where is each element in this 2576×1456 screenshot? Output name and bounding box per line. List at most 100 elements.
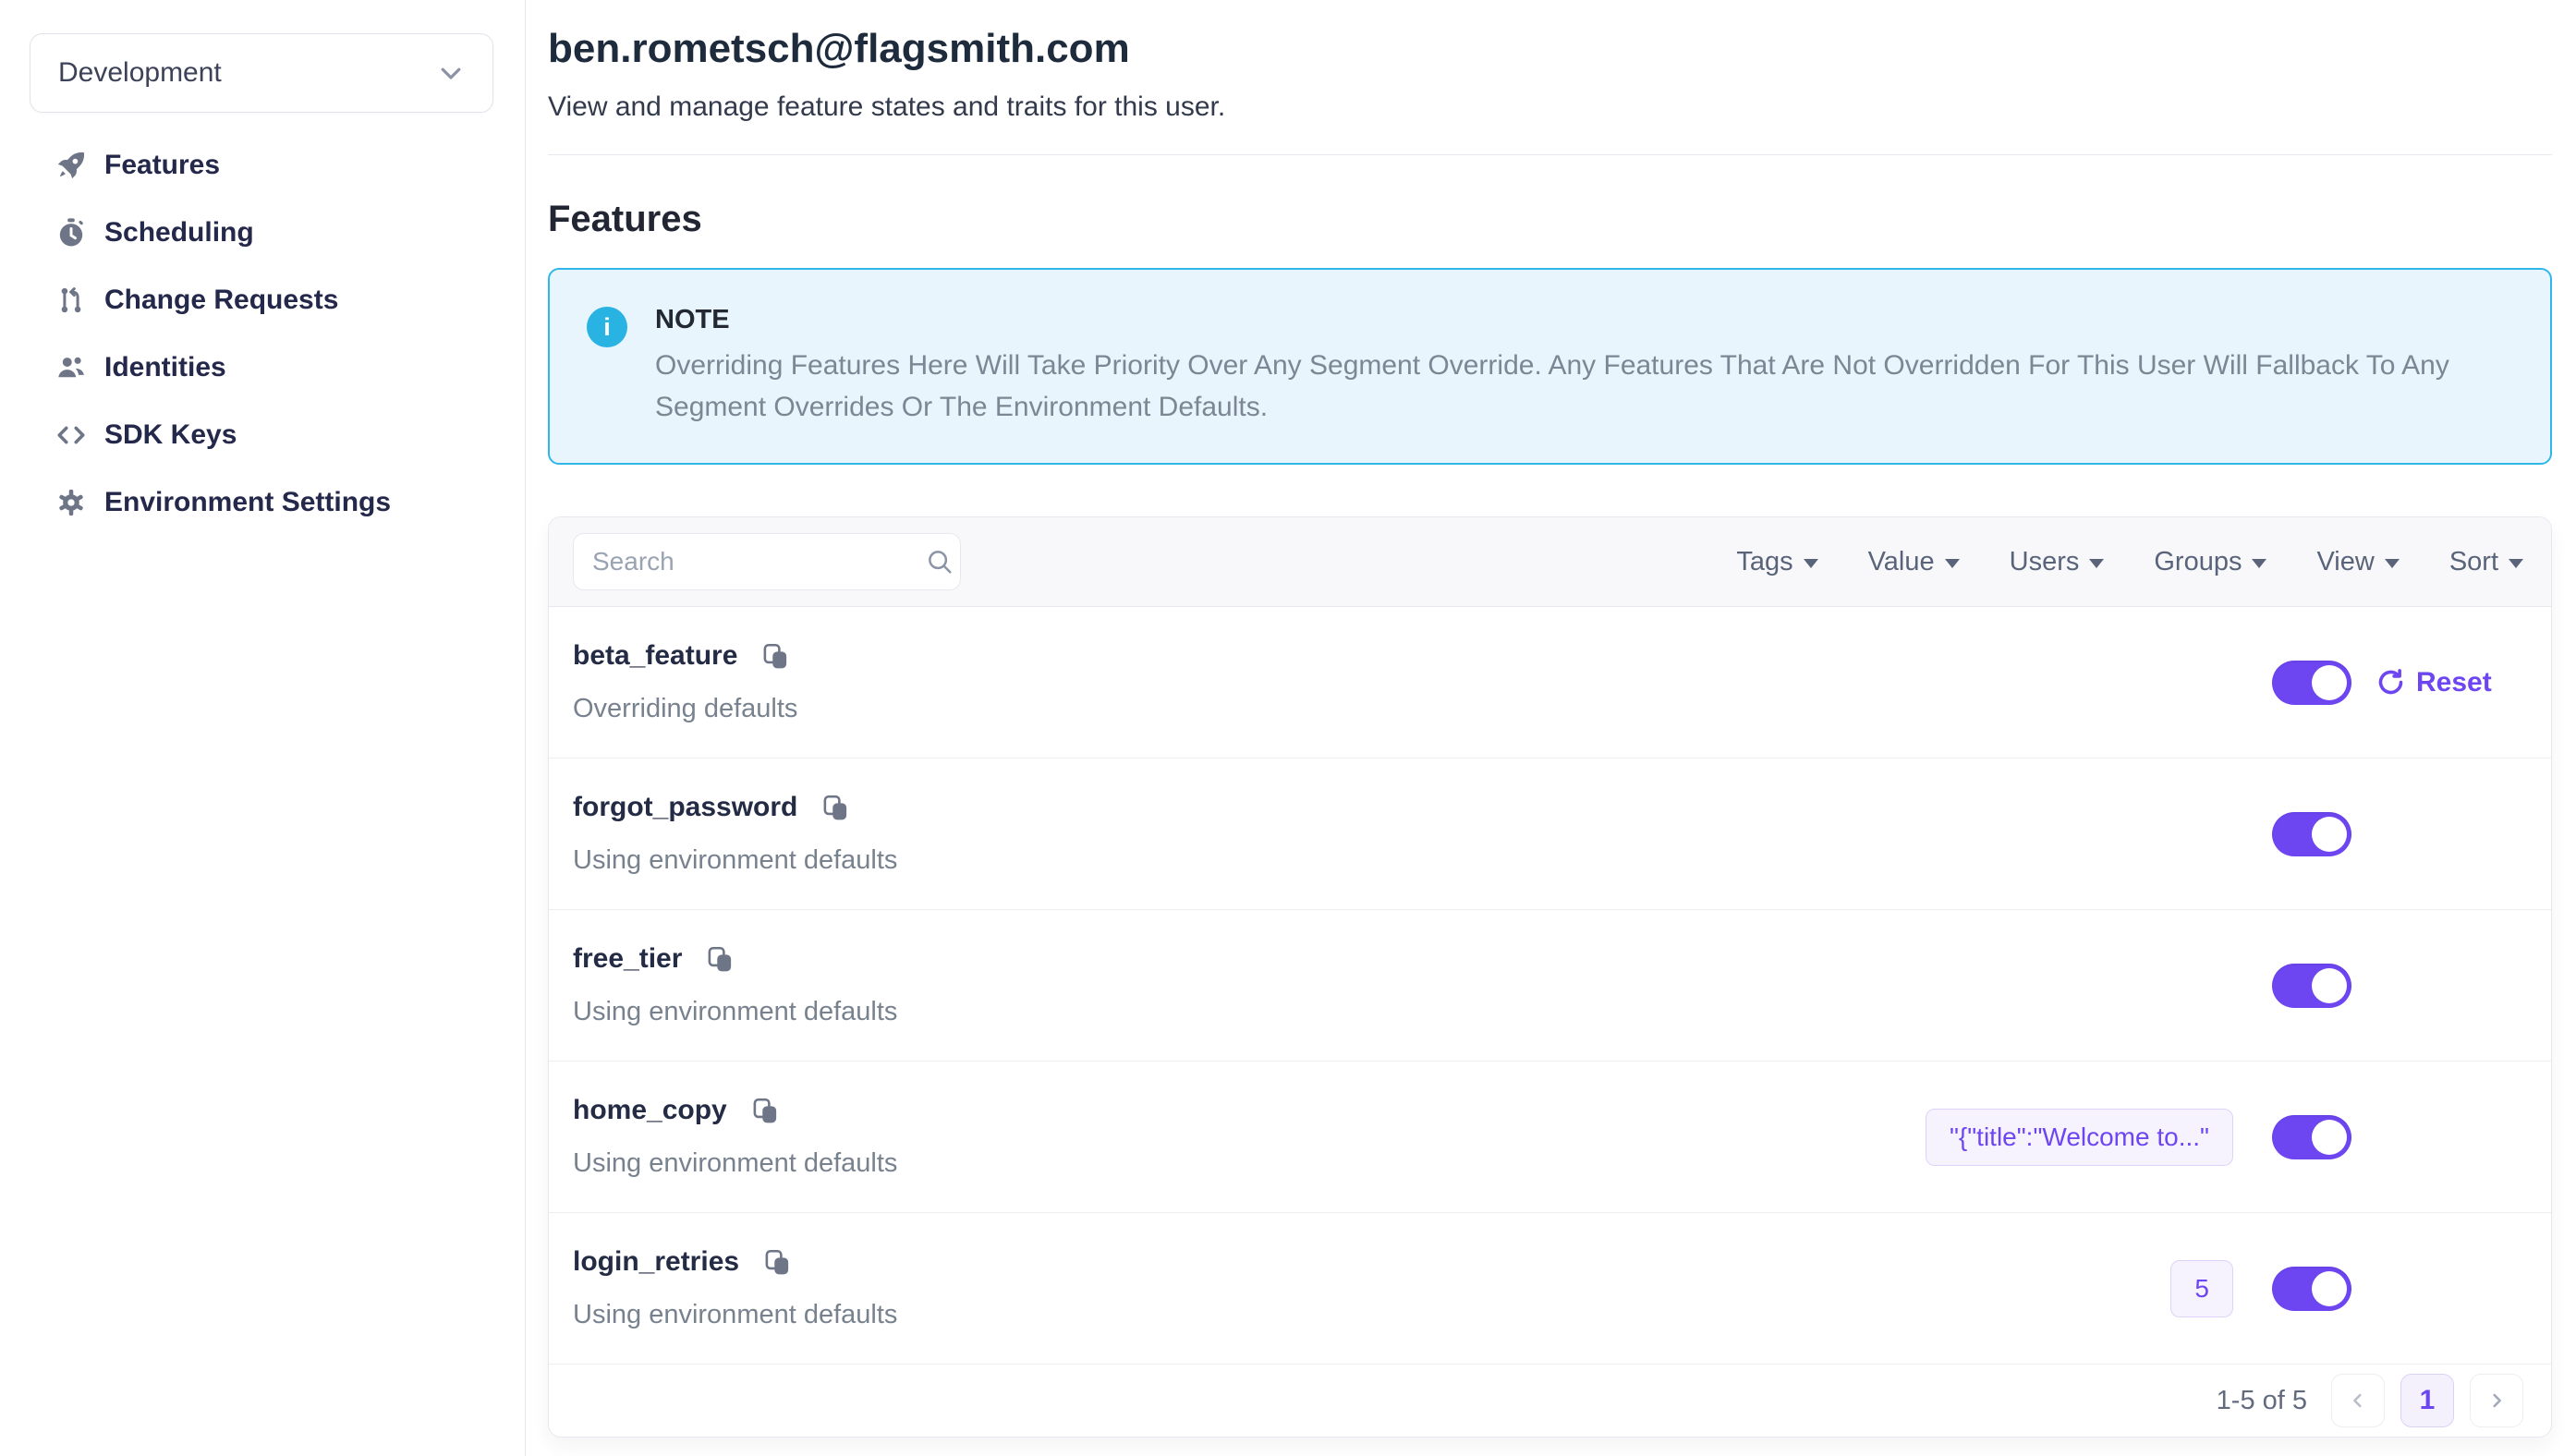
feature-status: Overriding defaults <box>573 694 797 724</box>
pager: 1 <box>2331 1374 2523 1427</box>
filter-value[interactable]: Value <box>1868 547 1960 577</box>
toggle-knob <box>2312 1120 2347 1155</box>
feature-controls: 5 <box>2170 1260 2523 1317</box>
filter-tags[interactable]: Tags <box>1736 547 1817 577</box>
feature-status: Using environment defaults <box>573 1148 897 1179</box>
feature-info: free_tier Using environment defaults <box>573 943 897 1027</box>
sidebar-item-label: Environment Settings <box>104 487 391 518</box>
feature-row[interactable]: home_copy Using environment defaults "{"… <box>549 1062 2551 1213</box>
sidebar-item-label: Identities <box>104 352 226 383</box>
next-page-button[interactable] <box>2470 1374 2523 1427</box>
feature-row[interactable]: forgot_password Using environment defaul… <box>549 758 2551 910</box>
reset-slot: Reset <box>2376 667 2523 698</box>
feature-value-chip[interactable]: "{"title":"Welcome to..." <box>1926 1109 2233 1166</box>
sidebar-item-label: SDK Keys <box>104 419 237 451</box>
feature-name: beta_feature <box>573 640 737 672</box>
toggle-knob <box>2312 817 2347 852</box>
feature-toggle[interactable] <box>2272 812 2351 856</box>
feature-status: Using environment defaults <box>573 1300 897 1330</box>
users-icon <box>55 352 87 383</box>
feature-info: forgot_password Using environment defaul… <box>573 792 897 876</box>
filter-label: Sort <box>2449 547 2498 577</box>
copy-icon[interactable] <box>761 642 790 671</box>
filter-label: Users <box>2010 547 2080 577</box>
page-subtitle: View and manage feature states and trait… <box>548 91 2552 124</box>
previous-page-button[interactable] <box>2331 1374 2385 1427</box>
sidebar-item-label: Change Requests <box>104 285 338 316</box>
feature-controls <box>2272 812 2523 856</box>
sidebar-item-identities[interactable]: Identities <box>55 334 493 401</box>
search-input[interactable] <box>592 547 926 576</box>
filter-label: View <box>2316 547 2374 577</box>
feature-controls: "{"title":"Welcome to..." <box>1926 1109 2523 1166</box>
feature-toggle[interactable] <box>2272 661 2351 705</box>
toggle-knob <box>2312 665 2347 700</box>
toggle-knob <box>2312 1271 2347 1306</box>
feature-status: Using environment defaults <box>573 997 897 1027</box>
feature-status: Using environment defaults <box>573 845 897 876</box>
git-pull-request-icon <box>55 285 87 316</box>
filter-view[interactable]: View <box>2316 547 2399 577</box>
feature-row[interactable]: login_retries Using environment defaults… <box>549 1213 2551 1365</box>
stopwatch-icon <box>55 217 87 249</box>
caret-down-icon <box>1945 559 1960 568</box>
filter-label: Value <box>1868 547 1935 577</box>
features-toolbar: Tags Value Users Groups View <box>549 517 2551 607</box>
sidebar-item-change-requests[interactable]: Change Requests <box>55 266 493 334</box>
feature-toggle[interactable] <box>2272 1115 2351 1159</box>
feature-info: beta_feature Overriding defaults <box>573 640 797 724</box>
note-title: NOTE <box>655 305 2466 335</box>
rocket-icon <box>55 150 87 181</box>
gear-icon <box>55 487 87 518</box>
note-content: NOTE Overriding Features Here Will Take … <box>655 305 2466 428</box>
pagination-range: 1-5 of 5 <box>2217 1386 2307 1416</box>
page-title: ben.rometsch@flagsmith.com <box>548 26 2552 73</box>
caret-down-icon <box>2509 559 2523 568</box>
filter-users[interactable]: Users <box>2010 547 2105 577</box>
page-1-button[interactable]: 1 <box>2400 1374 2454 1427</box>
caret-down-icon <box>2089 559 2104 568</box>
filter-groups[interactable]: Groups <box>2154 547 2266 577</box>
environment-selector-value: Development <box>58 57 222 89</box>
caret-down-icon <box>2252 559 2266 568</box>
reset-label: Reset <box>2416 667 2492 698</box>
sidebar-item-features[interactable]: Features <box>55 131 493 199</box>
feature-value-chip[interactable]: 5 <box>2170 1260 2233 1317</box>
copy-icon[interactable] <box>706 945 735 974</box>
feature-controls <box>2272 964 2523 1008</box>
filter-sort[interactable]: Sort <box>2449 547 2523 577</box>
feature-name: forgot_password <box>573 792 797 823</box>
info-icon: i <box>587 307 627 347</box>
environment-selector[interactable]: Development <box>30 33 493 113</box>
filter-label: Groups <box>2154 547 2242 577</box>
feature-row[interactable]: beta_feature Overriding defaults Reset <box>549 607 2551 758</box>
note-body: Overriding Features Here Will Take Prior… <box>655 345 2466 428</box>
copy-icon[interactable] <box>763 1248 792 1277</box>
chevron-left-icon <box>2348 1390 2368 1411</box>
features-table: Tags Value Users Groups View <box>548 516 2552 1438</box>
feature-row[interactable]: free_tier Using environment defaults <box>549 910 2551 1062</box>
copy-icon[interactable] <box>751 1097 780 1125</box>
feature-info: home_copy Using environment defaults <box>573 1095 897 1179</box>
search-box[interactable] <box>573 533 961 590</box>
toggle-knob <box>2312 968 2347 1003</box>
sidebar-item-sdk-keys[interactable]: SDK Keys <box>55 401 493 468</box>
sidebar-item-label: Scheduling <box>104 217 254 249</box>
sidebar-item-scheduling[interactable]: Scheduling <box>55 199 493 266</box>
feature-name: home_copy <box>573 1095 727 1126</box>
sidebar: Development Features Scheduling Change R… <box>0 0 526 1456</box>
caret-down-icon <box>2385 559 2400 568</box>
search-icon <box>926 548 954 576</box>
filter-label: Tags <box>1736 547 1792 577</box>
caret-down-icon <box>1804 559 1818 568</box>
reset-button[interactable]: Reset <box>2376 667 2492 698</box>
note-panel: i NOTE Overriding Features Here Will Tak… <box>548 268 2552 465</box>
copy-icon[interactable] <box>821 794 850 822</box>
features-section-heading: Features <box>548 198 2552 240</box>
sidebar-item-environment-settings[interactable]: Environment Settings <box>55 468 493 536</box>
feature-toggle[interactable] <box>2272 1267 2351 1311</box>
table-footer: 1-5 of 5 1 <box>549 1365 2551 1437</box>
feature-name: login_retries <box>573 1246 739 1278</box>
feature-toggle[interactable] <box>2272 964 2351 1008</box>
reset-icon <box>2376 667 2406 698</box>
